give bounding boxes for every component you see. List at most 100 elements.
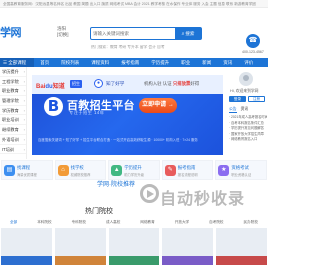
login-button[interactable]: 登录 (229, 96, 246, 102)
chevron-right-icon: › (23, 146, 25, 152)
phone-number: 400-123-4567 (242, 50, 264, 54)
nav-item[interactable]: 课程资料 (85, 58, 115, 67)
feature-card-desc: 权威院校推荐 (70, 173, 91, 177)
news-item[interactable]: · 2021年成人高考报名时间 (229, 115, 267, 121)
register-button[interactable]: 注册 (248, 96, 265, 102)
feature-card[interactable]: ✎ 报考指南 报名流程说明 (161, 160, 214, 180)
zhidao-badge: 招生 (70, 80, 82, 88)
sidebar-item-label: 外语培训 (2, 136, 19, 142)
baidu-logo: Baidu知道 (36, 84, 65, 90)
school-thumbnail[interactable] (108, 228, 160, 265)
sidebar-item[interactable]: 职业教育 › (0, 86, 26, 97)
sidebar-item[interactable]: 工程学院 › (0, 77, 26, 87)
feature-card[interactable]: ▤ 找课程 海量优质课程 (1, 160, 53, 180)
cert-icon: ★ (218, 165, 230, 176)
school-thumbnail[interactable] (54, 228, 106, 265)
sidebar-item[interactable]: 学历教育 › (0, 106, 26, 116)
school-filter-tabs: 全部 本科院校 专科院校 成人高校 网络教育 开放大学 自考院校 民办院校 (0, 220, 268, 225)
nav-item[interactable]: 资讯 (217, 58, 238, 67)
sidebar-item[interactable]: IT培训 › (0, 145, 26, 155)
thumbnail-image (162, 256, 214, 265)
chevron-right-icon: › (23, 136, 25, 142)
sidebar-item-label: 学历提升 (2, 69, 19, 74)
banner-subtitle: 专注于招生 14年 (69, 110, 105, 115)
feature-card[interactable]: ★ 资格考试 职业资格认证 (215, 160, 267, 180)
hot-keywords[interactable]: 热门搜索：教育 考研 专升本 留学 会计 自考 (91, 45, 211, 50)
chevron-right-icon: › (23, 98, 25, 104)
school-thumbnail[interactable] (216, 228, 267, 265)
sidebar-item-label: 职业培训 (2, 117, 19, 123)
school-tab[interactable]: 全部 (10, 220, 17, 225)
school-tab[interactable]: 成人高校 (106, 220, 120, 225)
sidebar-item-label: 职业教育 (2, 88, 19, 94)
nav-item[interactable]: 学历提升 (145, 58, 175, 67)
feature-card-desc: 海量优质课程 (17, 173, 37, 177)
feature-card-title: 找课程 (17, 165, 31, 170)
sidebar-item[interactable]: 管理学院 › (0, 96, 26, 106)
city-selector[interactable]: 洛阳 [切换] (57, 26, 69, 38)
chevron-right-icon: › (23, 107, 25, 113)
chevron-right-icon: › (23, 88, 25, 94)
sidebar-item-label: 工程学院 (2, 78, 19, 84)
knowhao-label: 知了好学 (106, 81, 125, 86)
banner-footer-text: 百度搜索关键词 + 知了好学 + 招生平台联合打造 · 一站式开启高效获取生源 … (38, 138, 198, 142)
feature-card[interactable]: ⌂ 找学校 权威院校推荐 (54, 160, 107, 180)
schools-heading: 热门院校 (85, 208, 113, 215)
school-tab[interactable]: 自考院校 (209, 220, 223, 225)
auth-buttons: 登录 注册 (229, 96, 265, 102)
promo-banner[interactable]: Baidu知道 招生 ● 知了好学 机构入驻 认证 只排放票好得 B 百教招生平… (32, 75, 223, 155)
search-button[interactable]: ⌕搜索 (175, 28, 201, 39)
search-input[interactable] (93, 29, 175, 38)
school-tab[interactable]: 专科院校 (72, 220, 86, 225)
school-tab[interactable]: 本科院校 (37, 220, 51, 225)
avatar[interactable] (239, 72, 253, 86)
feature-card-title: 找学校 (70, 165, 84, 170)
sidebar-item-label: 管理学院 (2, 98, 19, 104)
user-panel: Hi, 欢迎来到学网 登录 注册 公告 资讯 · 2021年成人高考报名时间 ·… (226, 67, 268, 159)
news-item[interactable]: · 学历提升常见问题解答 (229, 126, 267, 132)
chevron-right-icon: › (23, 127, 25, 133)
feature-card-desc: 助力学历升级 (124, 173, 144, 177)
guide-icon: ✎ (164, 165, 176, 176)
school-icon: ⌂ (57, 165, 69, 176)
sidebar-item[interactable]: 学历提升 › (0, 67, 26, 77)
nav-item[interactable]: 职业 (175, 58, 196, 67)
nav-item[interactable]: 评价 (238, 58, 259, 67)
banner-top-strip: Baidu知道 招生 ● 知了好学 机构入驻 认证 只排放票好得 (32, 75, 223, 94)
watermark-text: 自动秒收录 (160, 191, 246, 208)
search-button-label: 搜索 (185, 31, 195, 36)
apply-now-button[interactable]: 立即申请 → (139, 98, 177, 113)
feature-card-title: 学历提升 (124, 165, 142, 170)
nav-item-all-courses[interactable]: ☰ 全部课程 (0, 58, 35, 67)
sidebar-item[interactable]: 职业培训 › (0, 115, 26, 126)
site-logo[interactable]: 学网 (0, 24, 22, 40)
thumbnail-image (54, 256, 106, 265)
sidebar-item-label: 继续教育 (2, 127, 19, 133)
sidebar-item[interactable]: 外语培训 › (0, 135, 26, 145)
school-tab[interactable]: 网络教育 (140, 220, 154, 225)
news-item[interactable]: · 网络教育报名入口 (229, 137, 267, 143)
school-thumbnails (0, 228, 268, 265)
tab-news[interactable]: 资讯 (241, 107, 249, 113)
feature-card[interactable]: ▲ 学历提升 助力学历升级 (108, 160, 160, 180)
panel-tabs: 公告 资讯 (229, 107, 248, 113)
school-thumbnail[interactable] (1, 228, 52, 265)
thumbnail-image (1, 256, 52, 265)
school-tab[interactable]: 民办院校 (244, 220, 258, 225)
banner-slogan: 机构入驻 认证 只排放票好得 (144, 81, 200, 86)
thumbnail-image (108, 256, 160, 265)
nav-item[interactable]: 院校列表 (55, 58, 85, 67)
school-tab[interactable]: 开放大学 (175, 220, 189, 225)
nav-item[interactable]: 首页 (34, 58, 55, 67)
nav-item[interactable]: 新闻 (196, 58, 217, 67)
school-thumbnail[interactable] (162, 228, 214, 265)
search-icon: ⌕ (181, 31, 185, 37)
phone-icon[interactable]: ☎ (246, 34, 260, 48)
feature-card-title: 资格考试 (231, 165, 249, 170)
tab-notice[interactable]: 公告 (229, 107, 237, 113)
sidebar-item[interactable]: 继续教育 › (0, 125, 26, 135)
chevron-right-icon: › (23, 117, 25, 123)
cap-icon: ▲ (111, 165, 123, 176)
city-switch-link[interactable]: [切换] (57, 32, 69, 38)
nav-item[interactable]: 报考指南 (115, 58, 145, 67)
